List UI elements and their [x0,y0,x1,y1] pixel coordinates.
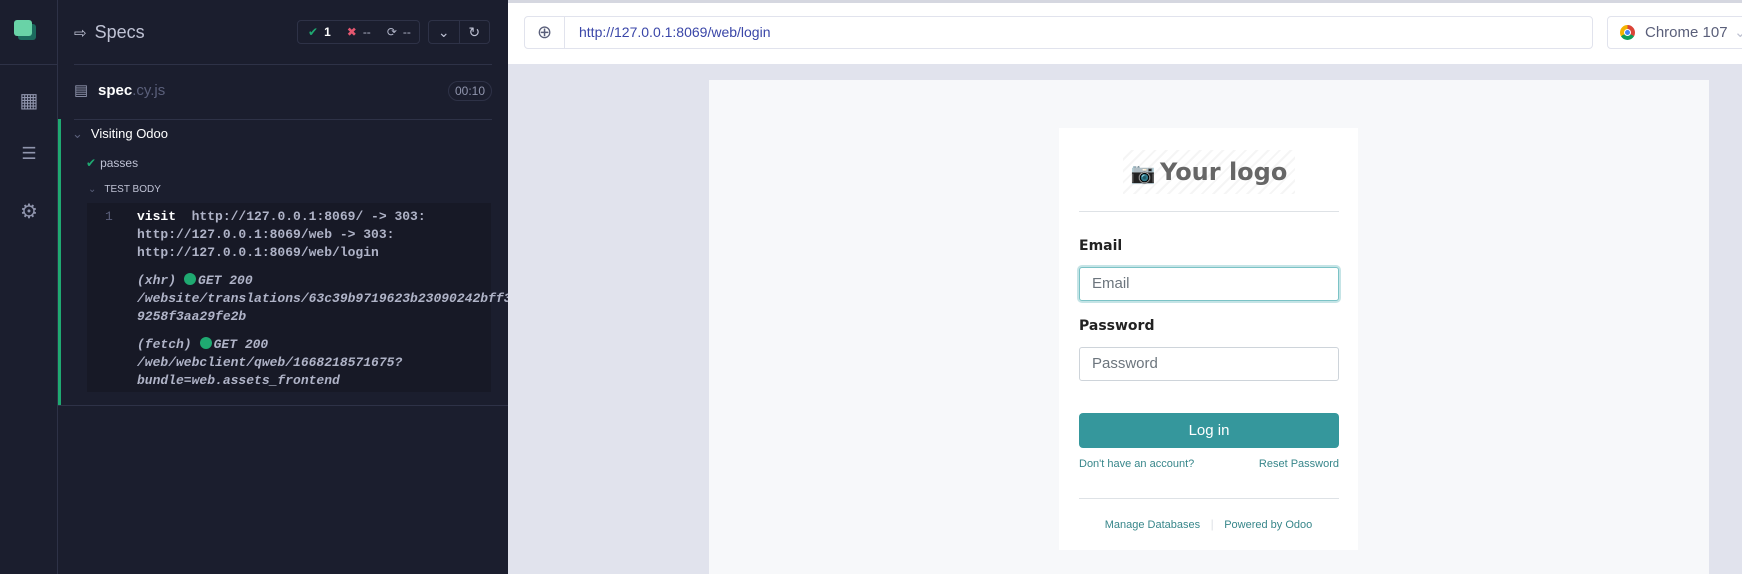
pending-count: -- [402,25,411,39]
status-dot-icon [184,273,197,285]
powered-by-odoo-link[interactable]: Powered by Odoo [1224,519,1312,531]
email-field[interactable]: Email [1079,267,1339,301]
manage-databases-link[interactable]: Manage Databases [1105,519,1200,531]
specs-sidebar: ⇨ Specs ✔ 1 ✖ -- ⟳ -- ⌄ ↻ ▤ spec.cy.js 00:10… [58,0,511,574]
chevron-down-icon: ⌄ [72,126,83,141]
suite-title: Visiting Odoo [90,126,168,141]
test-title: passes [100,156,139,170]
url-bar[interactable]: http://127.0.0.1:8069/web/login [564,16,1593,49]
request-type: (fetch) [137,337,192,352]
spec-ext: .cy.js [132,82,166,99]
password-label: Password [1079,318,1155,334]
command-log: 1 visit http://127.0.0.1:8069/ -> 303: h… [87,203,511,392]
company-logo[interactable]: 📷 Your logo [1123,150,1295,194]
settings-gear-icon[interactable]: ⚙ [0,199,58,224]
visit-line: http://127.0.0.1:8069/web -> 303: [137,227,395,242]
pass-indicator-bar [58,119,61,405]
chevron-down-icon: ⌄ [88,184,97,195]
pass-check-icon: ✔ [86,156,97,170]
spec-name: spec [98,82,133,99]
chevron-down-icon[interactable]: ⌄ [429,21,460,43]
stats-summary: ✔ 1 ✖ -- ⟳ -- [297,20,420,44]
spec-filename[interactable]: spec.cy.js [98,82,165,99]
specs-title: Specs [94,22,145,42]
specs-list-icon: ⇨ [74,25,87,42]
browser-name: Chrome 107 [1645,24,1728,41]
footer-links: Manage Databases | Powered by Odoo [1104,517,1313,531]
browser-preview: ⊕ http://127.0.0.1:8069/web/login Chrome… [508,0,1742,574]
password-field[interactable]: Password [1079,347,1339,381]
app-iframe: 📷 Your logo Email Email Password Passwor… [709,80,1709,574]
fail-x-icon: ✖ [346,25,357,39]
file-icon: ▤ [74,82,89,99]
spec-duration: 00:10 [448,81,493,101]
reset-password-link[interactable]: Reset Password [1259,458,1339,470]
email-label: Email [1079,238,1123,254]
chevron-down-icon: ⌄ [1734,24,1742,41]
request-status: GET 200 [213,337,269,352]
run-controls: ⌄ ↻ [428,20,490,44]
request-type: (xhr) [137,273,177,288]
pass-check-icon: ✔ [308,25,319,39]
browser-code-icon[interactable]: ▦ [0,88,58,113]
specs-list-icon[interactable]: ☰ [0,144,58,164]
signup-link[interactable]: Don't have an account? [1079,458,1194,470]
rerun-icon[interactable]: ↻ [460,21,490,43]
cypress-logo-icon[interactable] [14,20,36,40]
browser-toolbar: ⊕ http://127.0.0.1:8069/web/login Chrome… [508,0,1742,64]
request-url: /web/webclient/qweb/1668218571675? [137,355,403,370]
logo-text: Your logo [1160,158,1288,186]
login-button[interactable]: Log in [1079,413,1339,448]
request-url: /website/translations/63c39b9719623b2309… [137,291,512,306]
command-name: visit [137,209,177,224]
command-number: 1 [105,209,113,224]
request-status: GET 200 [198,273,253,288]
selector-playground-crosshair-icon[interactable]: ⊕ [524,16,565,49]
login-card: 📷 Your logo Email Email Password Passwor… [1059,128,1358,550]
status-dot-icon [199,337,212,349]
visit-line: http://127.0.0.1:8069/ -> 303: [191,209,426,224]
specs-header: ⇨ Specs [74,22,145,43]
request-url: bundle=web.assets_frontend [137,373,340,388]
browser-selector[interactable]: Chrome 107 ⌄ [1607,16,1742,49]
suite-row[interactable]: ⌄ Visiting Odoo [72,126,168,142]
section-title: TEST BODY [104,184,161,195]
request-url: 9258f3aa29fe2b [137,309,247,324]
visit-line: http://127.0.0.1:8069/web/login [137,245,379,260]
failed-count: -- [362,25,371,39]
camera-plus-icon: 📷 [1130,163,1156,185]
pending-spinner-icon: ⟳ [386,25,397,39]
test-row[interactable]: ✔ passes [86,156,138,170]
test-body-header[interactable]: ⌄ TEST BODY [88,184,161,195]
chrome-logo-icon [1620,25,1635,40]
passed-count: 1 [324,25,331,39]
icon-bar: ▦ ☰ ⚙ [0,0,58,574]
